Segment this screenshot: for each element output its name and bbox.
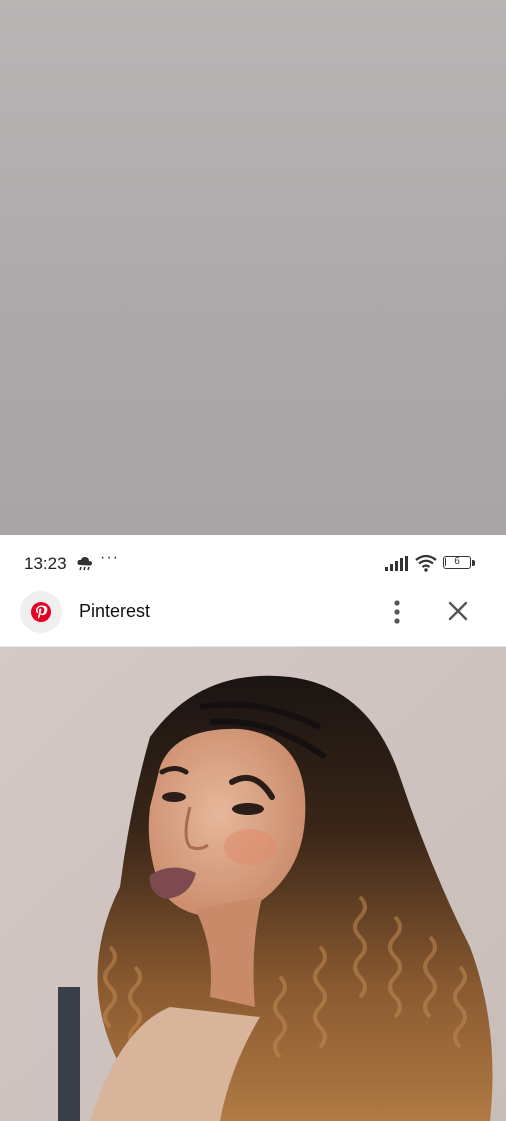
more-notifications-icon: ··· xyxy=(100,549,119,566)
close-button[interactable] xyxy=(442,595,474,627)
dimmed-backdrop[interactable] xyxy=(0,0,506,535)
close-icon xyxy=(448,601,468,621)
cloud-rain-icon xyxy=(76,554,94,572)
app-header: Pinterest xyxy=(0,591,506,647)
battery-tip xyxy=(472,560,475,566)
more-vertical-icon xyxy=(394,600,400,624)
app-name: Pinterest xyxy=(79,601,151,621)
pin-image[interactable] xyxy=(0,647,506,1121)
status-bar: 13:23 ··· 6 xyxy=(0,535,506,591)
battery-icon: 6 xyxy=(443,556,471,569)
wifi-icon xyxy=(415,554,437,572)
more-options-button[interactable] xyxy=(382,592,412,630)
pinterest-logo-icon xyxy=(20,591,62,633)
bottom-sheet: 13:23 ··· 6 Pinterest xyxy=(0,535,506,1121)
status-time: 13:23 xyxy=(24,554,67,573)
battery-level-text: 6 xyxy=(454,556,460,567)
cellular-signal-icon xyxy=(385,556,409,572)
